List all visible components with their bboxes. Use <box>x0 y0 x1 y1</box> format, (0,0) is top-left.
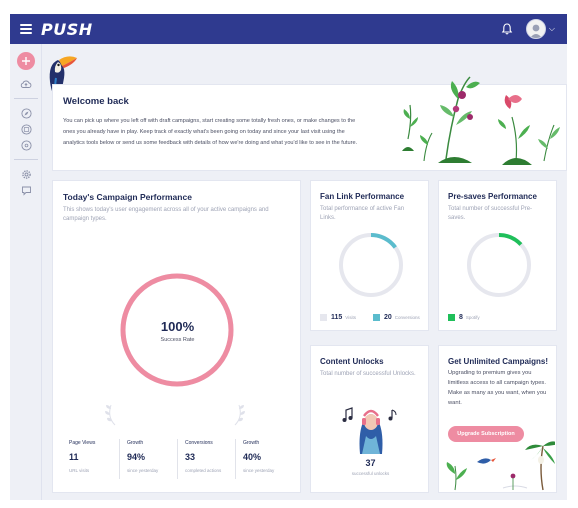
stat-value: 33 <box>185 452 196 462</box>
stat-label: Growth <box>243 440 260 446</box>
stat-foot: completed actions <box>185 468 222 473</box>
spotify-value: 8 <box>459 314 463 321</box>
conversions-value: 20 <box>384 314 392 321</box>
disc-icon[interactable] <box>18 137 34 153</box>
stat-foot: since yesterday <box>127 468 159 473</box>
add-icon[interactable] <box>17 52 35 70</box>
upload-cloud-icon[interactable] <box>18 76 34 92</box>
stat-page-views: Page Views 11 URL visits <box>63 439 119 479</box>
unlimited-campaigns-card: Get Unlimited Campaigns! Upgrading to pr… <box>438 345 557 493</box>
success-rate-label: Success Rate <box>160 337 195 343</box>
content-unlocks-card: Content Unlocks Total number of successf… <box>310 345 429 493</box>
content-unlocks-subtitle: Total number of successful Unlocks. <box>320 371 416 377</box>
stat-foot: URL visits <box>69 468 90 473</box>
unlimited-title: Get Unlimited Campaigns! <box>448 357 549 366</box>
fan-link-card: Fan Link Performance Total performance o… <box>310 180 429 331</box>
top-navbar: PUSH ⌵ <box>10 14 567 44</box>
presaves-title: Pre-saves Performance <box>448 192 537 201</box>
welcome-title: Welcome back <box>63 96 129 107</box>
stat-label: Conversions <box>185 440 213 446</box>
campaign-performance-title: Today's Campaign Performance <box>63 192 192 202</box>
conversions-swatch <box>373 314 380 321</box>
chevron-down-icon[interactable]: ⌵ <box>549 24 555 34</box>
top-right-controls: ⌵ <box>500 19 555 39</box>
fan-link-title: Fan Link Performance <box>320 192 405 201</box>
fan-link-visits-legend: 115 Visits <box>320 314 356 321</box>
campaign-performance-card: Today's Campaign Performance This shows … <box>52 180 301 493</box>
headphones-listener-illustration <box>342 407 397 454</box>
spotify-label: Spotify <box>465 315 480 320</box>
chat-icon[interactable] <box>18 182 34 198</box>
stat-value: 40% <box>243 452 262 462</box>
conversions-label: Conversions <box>394 315 420 320</box>
stat-label: Page Views <box>69 440 96 446</box>
fan-link-ring <box>339 233 403 297</box>
settings-icon[interactable] <box>18 166 34 182</box>
hamburger-icon[interactable] <box>20 24 32 34</box>
bell-icon[interactable] <box>500 22 514 36</box>
welcome-card: Welcome back You can pick up where you l… <box>52 76 567 171</box>
stat-foot: since yesterday <box>243 468 275 473</box>
presaves-card: Pre-saves Performance Total number of su… <box>438 180 557 331</box>
jungle-plants-illustration <box>402 76 560 165</box>
stat-label: Growth <box>127 440 144 446</box>
spotify-legend: 8 Spotify <box>448 314 480 321</box>
sidebar-divider <box>14 98 38 99</box>
stat-growth-conversions: Growth 40% since yesterday <box>235 439 293 479</box>
presaves-subtitle: Total number of successful Pre-saves. <box>448 206 533 221</box>
visits-label: Visits <box>345 315 356 320</box>
unlocks-value: 37 <box>365 458 376 468</box>
unlocks-foot: successful unlocks <box>351 471 390 476</box>
presaves-ring <box>467 233 531 297</box>
fan-link-subtitle: Total performance of active Fan Links. <box>320 206 405 221</box>
compass-icon[interactable] <box>18 105 34 121</box>
visits-swatch <box>320 314 327 321</box>
stat-value: 11 <box>69 452 79 462</box>
content-unlocks-title: Content Unlocks <box>320 357 384 366</box>
image-icon[interactable] <box>18 121 34 137</box>
brand-logo[interactable]: PUSH <box>41 20 93 39</box>
tropical-plants-illustration <box>446 441 555 491</box>
stat-growth-views: Growth 94% since yesterday <box>119 439 177 479</box>
fan-link-conversions-legend: 20 Conversions <box>373 314 420 321</box>
laurel-left-icon <box>105 404 116 426</box>
campaign-performance-subtitle: This shows today's user engagement acros… <box>63 207 269 222</box>
avatar[interactable] <box>525 19 546 39</box>
welcome-body: You can pick up where you left off with … <box>63 118 358 146</box>
sidebar <box>10 44 42 500</box>
sidebar-divider <box>14 159 38 160</box>
success-rate-value: 100% <box>160 319 195 334</box>
laurel-right-icon <box>234 404 245 426</box>
campaign-stats-row: Page Views 11 URL visits Growth 94% sinc… <box>63 439 293 479</box>
stat-conversions: Conversions 33 completed actions <box>177 439 235 479</box>
user-silhouette-icon <box>529 24 542 38</box>
app-frame: PUSH ⌵ Welcome back You can pick up wher… <box>10 14 567 500</box>
unlimited-body: Upgrading to premium gives you limitless… <box>448 370 547 406</box>
spotify-swatch <box>448 314 455 321</box>
visits-value: 115 <box>331 314 343 321</box>
stat-value: 94% <box>127 452 146 462</box>
